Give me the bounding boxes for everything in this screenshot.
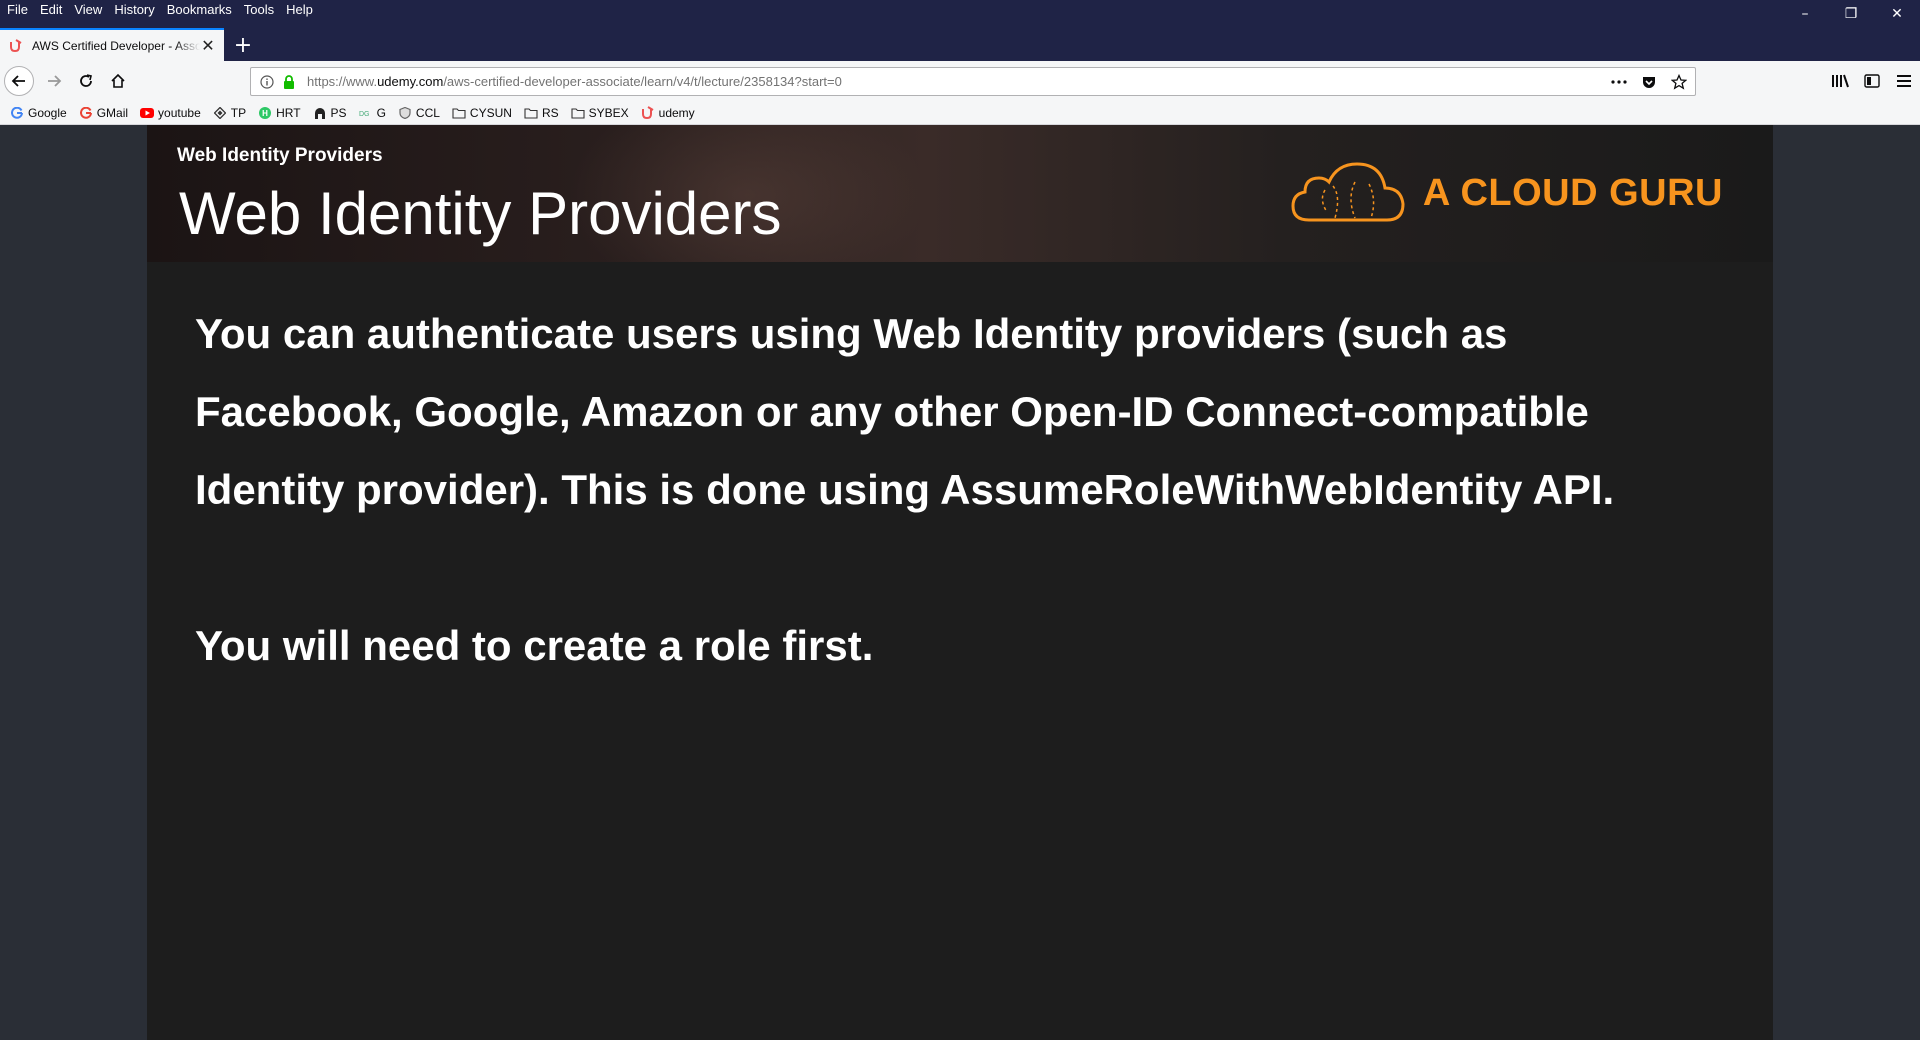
page-content: Web Identity Providers Web Identity Prov… <box>0 125 1920 1040</box>
bookmark-label: G <box>376 105 386 120</box>
star-icon[interactable] <box>1669 72 1689 92</box>
slide-body: You can authenticate users using Web Ide… <box>195 295 1715 685</box>
info-icon[interactable] <box>257 72 277 92</box>
close-window-button[interactable]: ✕ <box>1874 0 1920 28</box>
menu-history[interactable]: History <box>108 0 160 20</box>
arrow-left-icon <box>11 75 25 87</box>
url-path: /aws-certified-developer-associate/learn… <box>443 74 842 89</box>
tab-title: AWS Certified Developer - Associate <box>32 38 200 53</box>
bookmark-cysun[interactable]: CYSUN <box>452 106 512 120</box>
bookmark-tp[interactable]: TP <box>213 106 246 120</box>
menu-view[interactable]: View <box>68 0 108 20</box>
pocket-icon[interactable] <box>1639 72 1659 92</box>
arrow-right-icon <box>48 75 62 87</box>
hamburger-menu-icon[interactable] <box>1888 67 1920 95</box>
home-button[interactable] <box>102 65 134 97</box>
youtube-icon <box>140 106 155 120</box>
home-icon <box>111 73 125 88</box>
folder-icon <box>571 106 585 120</box>
bookmark-label: CCL <box>415 105 440 120</box>
bookmark-label: PS <box>330 105 347 120</box>
brand-name: A CLOUD GURU <box>1422 171 1723 214</box>
brand-logo: A CLOUD GURU <box>1289 160 1723 226</box>
slide-subtitle: Web Identity Providers <box>177 145 383 166</box>
slide-paragraph: You will need to create a role first. <box>195 622 874 669</box>
url-domain: udemy.com <box>377 74 444 89</box>
udemy-icon <box>8 38 24 54</box>
url-text[interactable]: https://www.udemy.com/aws-certified-deve… <box>307 74 842 89</box>
g-icon: DG <box>359 106 373 120</box>
close-tab-icon[interactable]: ✕ <box>200 36 216 55</box>
bookmarks-bar: Google GMail youtube TP H HRT PS DG G CCL … <box>0 101 1920 125</box>
google-icon <box>10 106 24 120</box>
reload-button[interactable] <box>70 65 102 97</box>
bookmark-label: youtube <box>158 105 201 120</box>
bookmark-label: udemy <box>658 105 695 120</box>
bookmark-label: GMail <box>96 105 129 120</box>
bookmark-hrt[interactable]: H HRT <box>258 105 301 120</box>
bookmark-rs[interactable]: RS <box>524 106 559 120</box>
bookmark-label: RS <box>541 105 559 120</box>
menu-tools[interactable]: Tools <box>238 0 280 20</box>
bookmark-g[interactable]: DG G <box>359 106 386 120</box>
hrt-icon: H <box>258 106 272 120</box>
menu-help[interactable]: Help <box>280 0 319 20</box>
svg-text:H: H <box>262 109 268 118</box>
url-bar[interactable]: https://www.udemy.com/aws-certified-deve… <box>250 67 1696 96</box>
url-actions <box>1609 72 1689 92</box>
ps-icon <box>313 106 327 120</box>
bookmark-label: HRT <box>276 105 301 120</box>
restore-button[interactable]: ❐ <box>1828 0 1874 28</box>
bookmark-gmail[interactable]: GMail <box>79 106 128 120</box>
menu-bookmarks[interactable]: Bookmarks <box>161 0 238 20</box>
more-actions-icon[interactable] <box>1609 72 1629 92</box>
google-icon <box>79 106 93 120</box>
udemy-icon <box>641 105 655 120</box>
folder-icon <box>524 106 538 120</box>
svg-text:DG: DG <box>359 111 370 118</box>
tp-icon <box>213 106 227 120</box>
back-button[interactable] <box>4 66 34 96</box>
nav-bar: https://www.udemy.com/aws-certified-deve… <box>0 61 1920 101</box>
menu-file[interactable]: File <box>0 0 34 20</box>
menu-edit[interactable]: Edit <box>34 0 68 20</box>
reload-icon <box>80 74 92 87</box>
slide-title: Web Identity Providers <box>179 180 782 247</box>
bookmark-ccl[interactable]: CCL <box>398 106 440 120</box>
menu-bar: File Edit View History Bookmarks Tools H… <box>0 0 319 20</box>
lecture-slide[interactable]: Web Identity Providers Web Identity Prov… <box>147 125 1773 1040</box>
window-controls: – ❐ ✕ <box>1782 0 1920 28</box>
minimize-button[interactable]: – <box>1782 0 1828 28</box>
toolbar-right <box>1824 67 1920 95</box>
lock-icon[interactable] <box>279 72 299 92</box>
slide-paragraph: You can authenticate users using Web Ide… <box>195 310 1615 513</box>
folder-icon <box>452 106 466 120</box>
new-tab-button[interactable]: + <box>229 31 257 59</box>
shield-icon <box>398 106 412 120</box>
tab-active[interactable]: AWS Certified Developer - Associate ✕ <box>0 28 224 61</box>
bookmark-udemy[interactable]: udemy <box>641 106 695 120</box>
cloud-icon <box>1291 162 1405 222</box>
bookmark-google[interactable]: Google <box>10 106 67 120</box>
url-prefix: https://www. <box>307 74 378 89</box>
title-bar: File Edit View History Bookmarks Tools H… <box>0 0 1920 61</box>
library-icon[interactable] <box>1824 67 1856 95</box>
bookmark-label: SYBEX <box>588 105 629 120</box>
slide-header: Web Identity Providers Web Identity Prov… <box>147 125 1773 262</box>
bookmark-label: CYSUN <box>469 105 512 120</box>
bookmark-ps[interactable]: PS <box>313 106 347 120</box>
bookmark-label: TP <box>230 105 247 120</box>
bookmark-sybex[interactable]: SYBEX <box>571 106 629 120</box>
bookmark-label: Google <box>28 105 67 120</box>
sidebar-icon[interactable] <box>1856 67 1888 95</box>
bookmark-youtube[interactable]: youtube <box>140 106 201 120</box>
forward-button[interactable] <box>38 65 70 97</box>
